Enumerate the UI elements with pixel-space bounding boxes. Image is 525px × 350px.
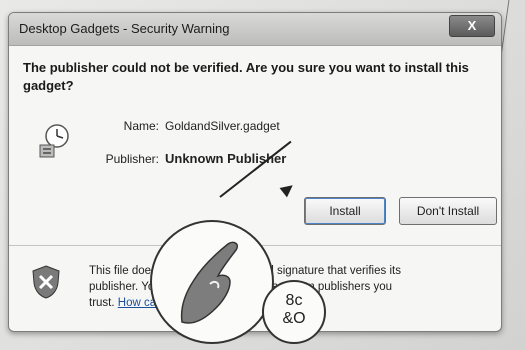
close-icon: X [467,18,477,33]
warning-headline: The publisher could not be verified. Are… [23,60,469,93]
footer-line-3-prefix: trust. [89,297,115,309]
dont-install-button[interactable]: Don't Install [399,197,497,225]
dialog-title: Desktop Gadgets - Security Warning [19,21,230,36]
publisher-label: Publisher: [105,152,159,166]
magnifier-small: 8c &O [262,280,326,344]
footer-line-1: This file does not have a valid digital … [89,265,401,277]
gadget-icon [39,124,69,158]
name-label: Name: [123,119,159,133]
install-button[interactable]: Install [304,197,386,225]
name-row: Name: GoldandSilver.gadget [99,119,280,133]
close-button[interactable]: X [449,15,495,37]
magnifier-small-text: 8c &O [282,292,306,327]
magnifier-circle [150,220,274,344]
name-value: GoldandSilver.gadget [165,119,280,133]
shield-icon [32,265,60,299]
titlebar: Desktop Gadgets - Security Warning X [9,13,501,46]
hand-pointer-icon [180,241,239,324]
publisher-row: Publisher: Unknown Publisher [79,151,287,166]
